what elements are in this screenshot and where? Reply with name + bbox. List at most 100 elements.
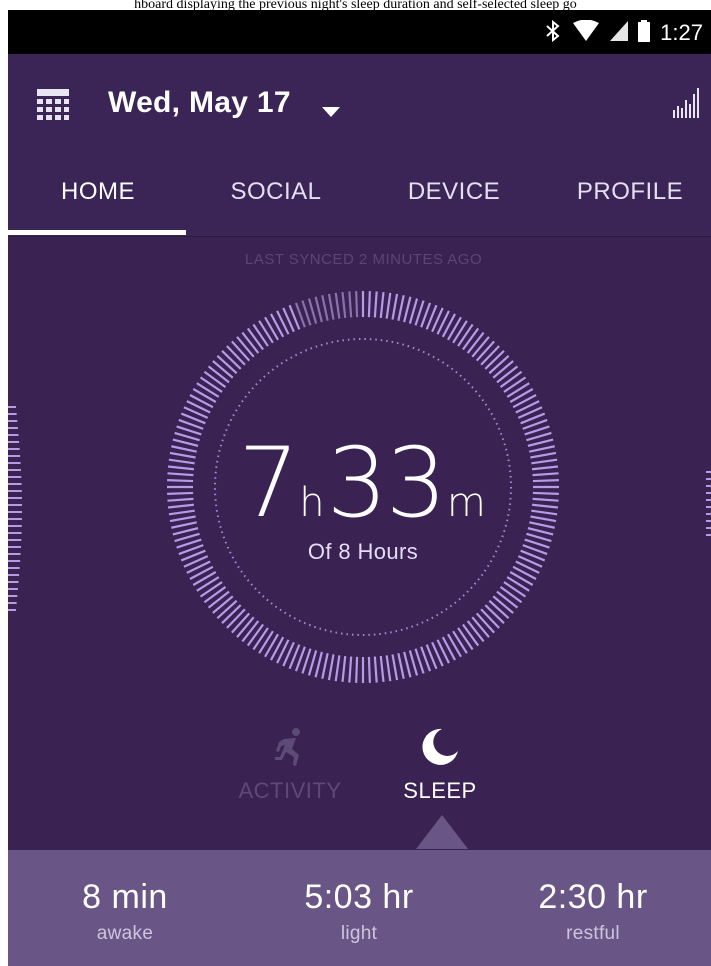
ring-tick-filled [480,345,500,366]
ring-tick-filled [492,595,514,614]
ring-tick-filled [246,623,264,647]
ring-tick-filled [367,291,371,318]
ring-tick-filled [391,654,399,681]
ring-tick-filled [355,656,359,683]
restful-stat: 2:30 hr restful [476,878,710,945]
bar-chart-icon[interactable] [673,88,699,123]
ring-tick-filled [466,620,485,643]
ring-tick-filled [379,655,385,683]
ring-tick-filled [192,388,217,403]
ring-tick-filled [221,350,242,370]
sync-status: LAST SYNCED 2 MINUTES AGO [244,251,483,268]
ring-tick-filled [348,656,353,683]
date-selector[interactable]: Wed, May 17 [108,86,291,120]
ring-tick-filled [484,350,505,370]
next-ring-peek[interactable] [704,467,711,547]
selection-pointer [416,815,468,849]
ring-tick-filled [258,630,274,654]
ring-tick-remaining [355,291,359,318]
ring-tick-remaining [341,291,347,319]
awake-label: awake [96,923,154,944]
sleep-breakdown: 8 min awake 5:03 hr light 2:30 hr restfu… [8,850,711,966]
ring-tick-remaining [321,295,329,321]
ring-tick-filled [367,656,371,683]
ring-tick-filled [236,336,255,358]
ring-tick-filled [252,323,269,347]
ring-tick-filled [397,295,405,321]
ring-tick-remaining [327,293,335,320]
running-person-icon [272,728,308,771]
app-bar: Wed, May 17 [8,54,711,154]
tab-profile[interactable]: PROFILE [540,178,711,206]
ring-tick-remaining [307,298,318,324]
ring-tick-filled [199,376,223,393]
ring-tick-filled [447,633,462,658]
ring-tick-filled [488,599,510,619]
sleep-label: SLEEP [403,778,477,803]
ring-tick-filled [258,320,274,344]
ring-tick-filled [397,653,405,679]
ring-tick-filled [408,650,419,676]
ring-tick-filled [509,571,534,586]
ring-tick-filled [492,360,514,379]
ring-tick-filled [506,576,530,592]
ring-tick-filled [246,327,264,351]
tab-bar: HOME SOCIAL DEVICE PROFILE [8,154,711,237]
ring-tick-filled [231,612,251,634]
ring-tick-filled [221,604,242,624]
restful-value: 2:30 hr [538,878,648,916]
ring-tick-filled [216,599,238,619]
sleep-hours: 7 [238,427,299,539]
status-bar: 1:27 [8,10,711,54]
sleep-mode-button[interactable]: SLEEP [360,727,520,804]
ring-tick-filled [314,651,323,678]
ring-tick-filled [480,608,500,629]
ring-tick-filled [475,612,495,634]
ring-tick-filled [403,651,412,678]
tab-device[interactable]: DEVICE [364,178,544,206]
ring-tick-filled [385,655,392,682]
awake-value: 8 min [82,878,168,916]
ring-tick-filled [484,604,505,624]
ring-tick-filled [252,627,269,651]
wifi-icon [572,19,600,47]
status-time: 1:27 [660,20,703,45]
chevron-down-icon[interactable] [322,104,340,122]
ring-tick-filled [452,320,468,344]
ring-tick-filled [471,616,490,638]
ring-tick-filled [196,576,220,592]
ring-tick-filled [403,296,412,323]
ring-tick-filled [496,590,519,609]
calendar-icon[interactable] [36,88,70,127]
light-stat: 5:03 hr light [242,878,476,945]
ring-tick-filled [373,656,378,683]
tab-home[interactable]: HOME [8,178,188,206]
ring-tick-remaining [334,292,341,319]
ring-tick-filled [307,650,318,676]
ring-tick-filled [488,355,510,375]
ring-tick-filled [327,654,335,681]
ring-tick-filled [212,595,234,614]
ring-tick-filled [457,323,474,347]
ring-tick-filled [385,292,392,319]
hours-unit: h [299,480,325,526]
ring-tick-filled [212,360,234,379]
ring-tick-filled [207,365,230,384]
ring-tick-filled [216,355,238,375]
sleep-duration: 7h33m [163,427,563,539]
ring-tick-filled [506,382,530,398]
ring-tick-filled [231,340,251,362]
previous-ring-peek[interactable] [8,397,26,637]
ring-tick-filled [199,581,223,598]
phone-screen: 1:27 Wed, May 17 HOME SOCIAL DEVICE PROF… [8,10,711,966]
restful-label: restful [566,923,620,944]
tab-social[interactable]: SOCIAL [186,178,366,206]
activity-mode-button[interactable]: ACTIVITY [210,727,370,804]
ring-tick-filled [321,653,329,679]
ring-tick-filled [462,327,480,351]
ring-tick-filled [196,382,220,398]
sleep-minutes: 33 [326,427,447,539]
ring-tick-filled [503,581,527,598]
ring-tick-filled [241,620,260,643]
ring-tick-filled [226,608,246,629]
